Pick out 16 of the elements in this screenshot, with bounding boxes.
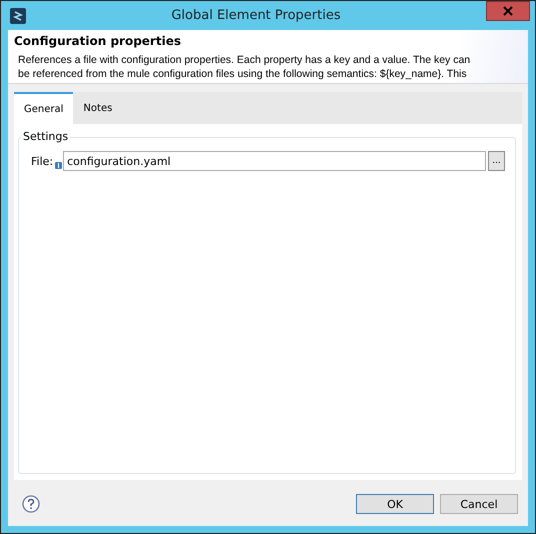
dialog-button[interactable]: Cancel [440, 494, 518, 514]
tab[interactable]: General [14, 92, 74, 124]
field-label: File: [31, 154, 54, 168]
section-title: Configuration properties [14, 34, 182, 48]
dialog-button[interactable]: OK [356, 494, 434, 514]
help-icon[interactable] [22, 495, 40, 513]
tab[interactable]: Notes [73, 92, 122, 124]
description-text: References a file with configuration properties. Each property has a key and a value. The key can be referenced from the mule configuration files using the following semantics: ${key_name}. This [17, 53, 472, 81]
app-icon [10, 8, 26, 24]
close-icon [503, 6, 513, 16]
window-title: Global Element Properties [170, 8, 342, 23]
browse-button[interactable]: ... [488, 151, 505, 171]
close-button[interactable] [486, 1, 530, 21]
info-icon [55, 162, 62, 168]
group-label: Settings [21, 130, 70, 143]
file-input-field[interactable]: configuration.yaml [63, 151, 486, 171]
